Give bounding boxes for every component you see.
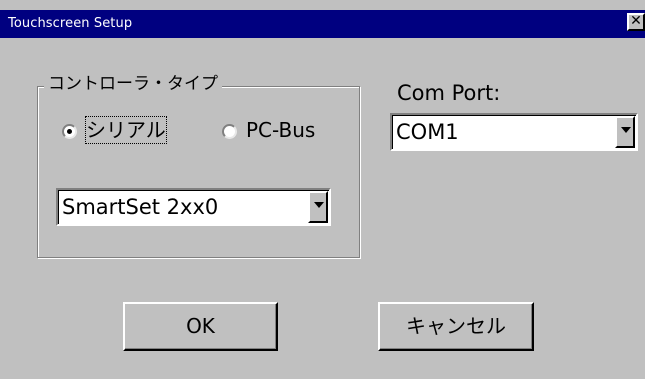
- pc-bus-radio-label[interactable]: PC-Bus: [246, 117, 315, 143]
- controller-model-dropdown-button[interactable]: [308, 191, 328, 223]
- close-button[interactable]: ✕: [627, 13, 645, 31]
- com-port-label: Com Port:: [397, 81, 501, 105]
- controller-model-select[interactable]: SmartSet 2xx0: [56, 188, 331, 226]
- radio-selected-dot: [67, 129, 72, 134]
- chevron-down-icon: [621, 127, 631, 133]
- pc-bus-radio[interactable]: [222, 124, 237, 139]
- controller-model-value: SmartSet 2xx0: [62, 195, 219, 219]
- ok-button-label: OK: [186, 314, 215, 338]
- chevron-down-icon: [314, 202, 324, 208]
- cancel-button[interactable]: キャンセル: [378, 302, 534, 351]
- window-title: Touchscreen Setup: [8, 16, 133, 31]
- controller-type-group: [37, 86, 360, 258]
- title-bar[interactable]: Touchscreen Setup ✕: [0, 10, 645, 38]
- serial-radio-label[interactable]: シリアル: [85, 116, 167, 144]
- ok-button[interactable]: OK: [123, 302, 278, 351]
- com-port-dropdown-button[interactable]: [615, 116, 635, 148]
- serial-radio[interactable]: [62, 124, 77, 139]
- close-icon: ✕: [630, 13, 642, 29]
- com-port-value: COM1: [396, 120, 459, 144]
- cancel-button-label: キャンセル: [406, 314, 506, 338]
- touchscreen-setup-dialog: Touchscreen Setup ✕ コントローラ・タイプ シリアル PC-B…: [0, 0, 645, 379]
- com-port-select[interactable]: COM1: [390, 113, 638, 151]
- controller-type-group-label: コントローラ・タイプ: [44, 73, 222, 95]
